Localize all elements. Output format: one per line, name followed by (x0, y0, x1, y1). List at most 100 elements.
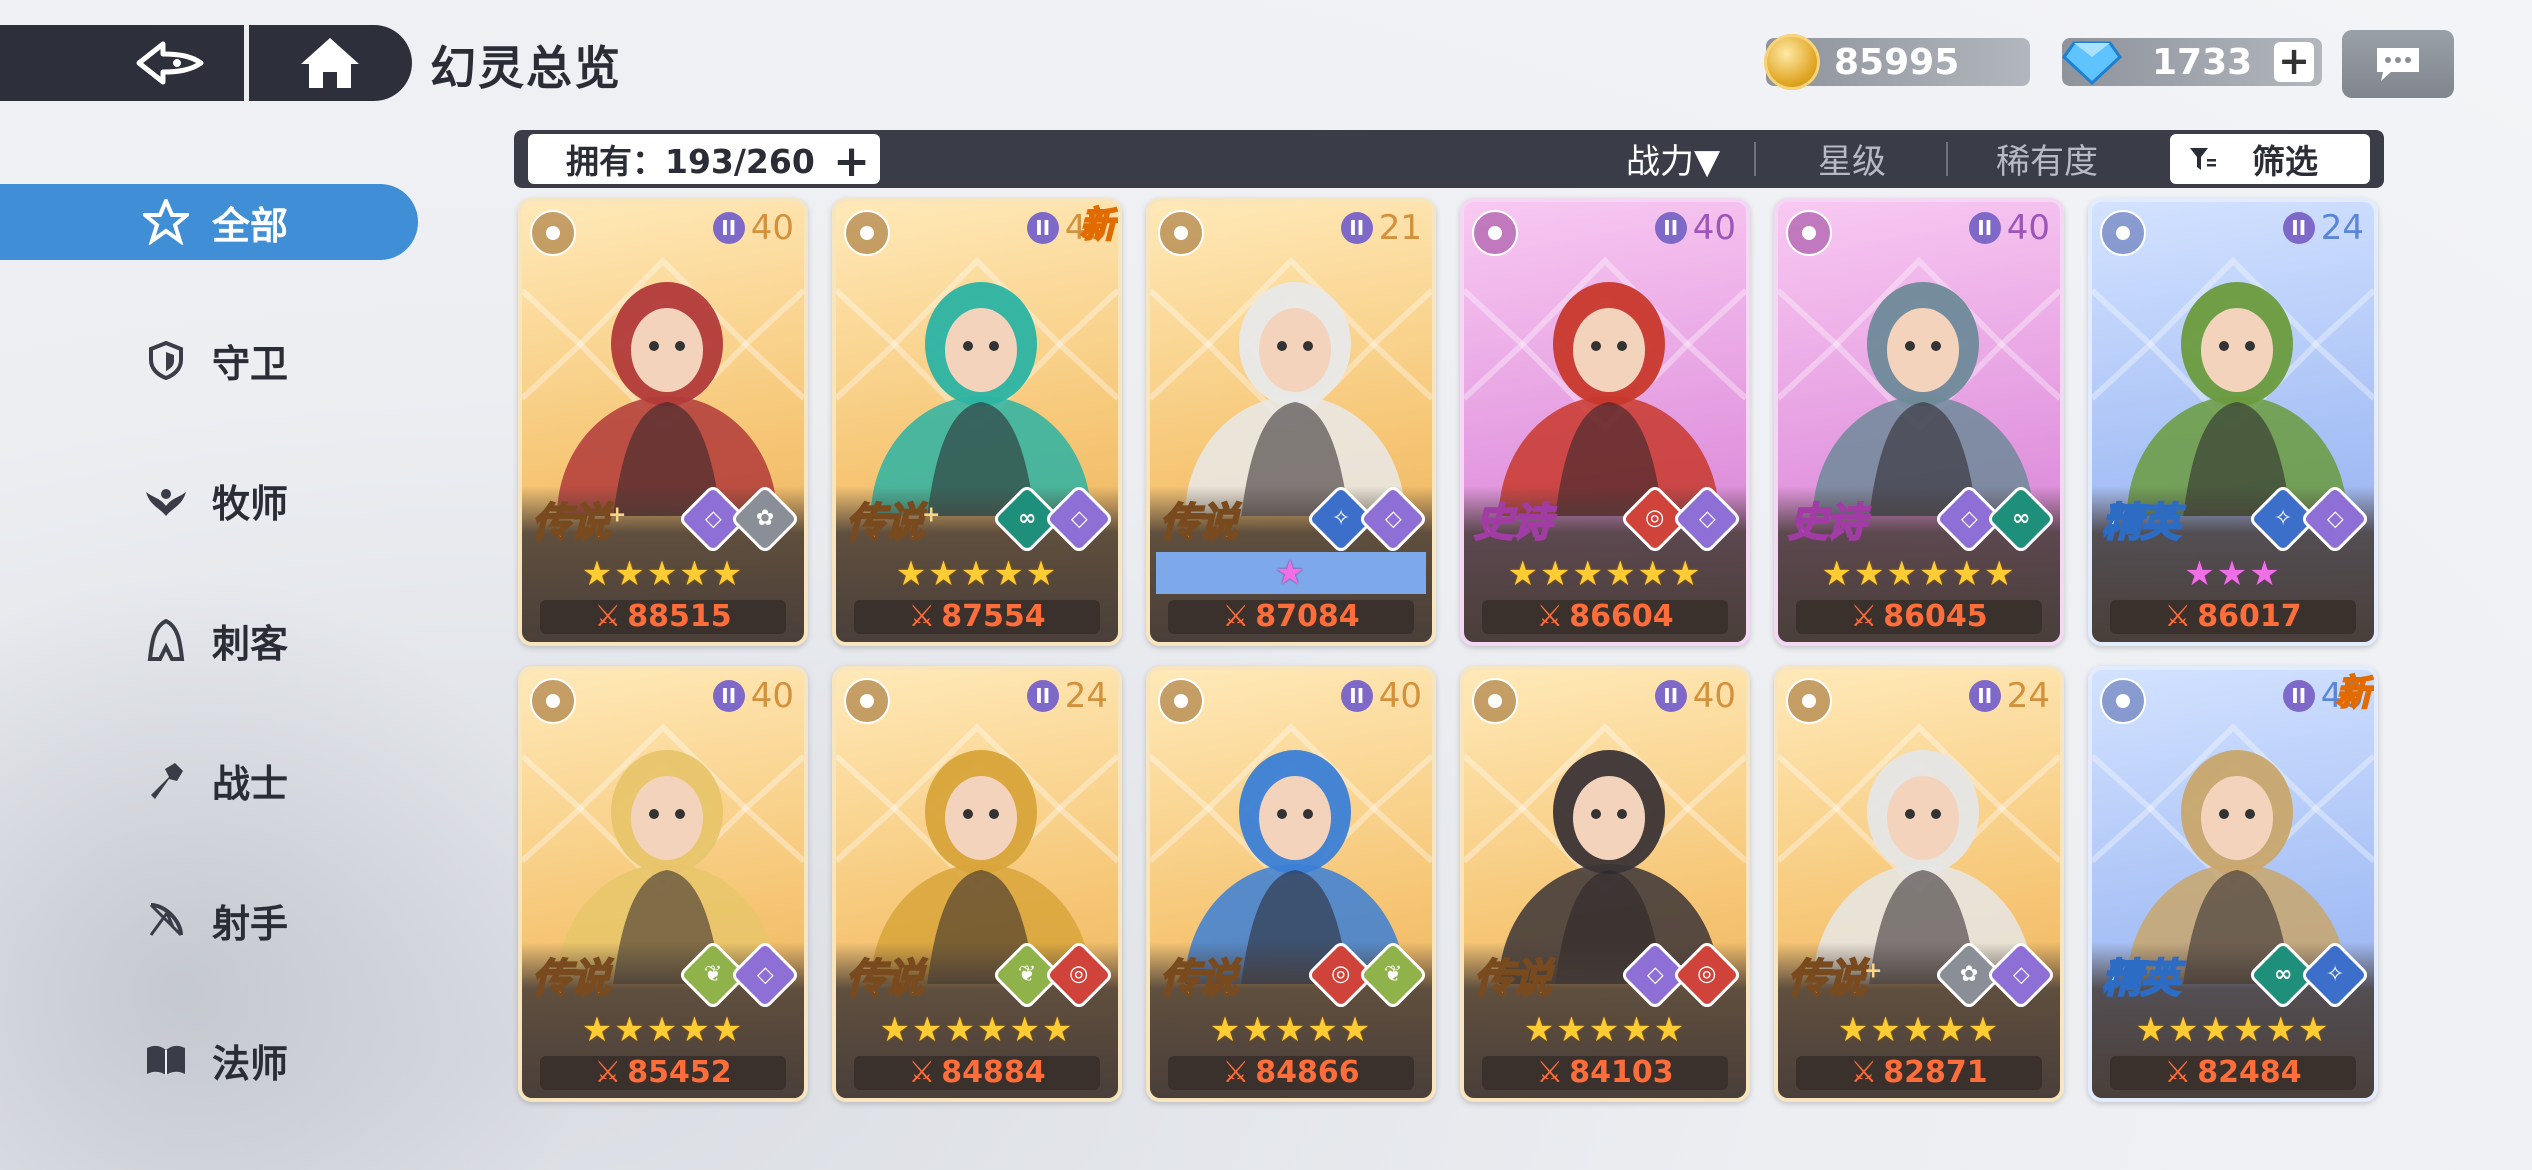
filter-label: 筛选 (2252, 142, 2318, 181)
rank-badge-icon: II (1340, 212, 1373, 244)
hero-card[interactable]: II 40 传说+ ◇ ✿ ★★★★★ ⚔ 88515 (518, 198, 808, 646)
crossed-swords-icon: ⚔ (1850, 1055, 1878, 1090)
rarity-plus: + (1864, 958, 1882, 984)
rank-badge-icon: II (1654, 680, 1687, 712)
hero-level: II 40 (712, 676, 794, 716)
rarity-label: 传说 (845, 946, 925, 1004)
new-tag: 新 (1079, 204, 1117, 247)
rank-badge-icon: II (2282, 680, 2315, 712)
rarity-text: 传说 (845, 955, 925, 1003)
hero-card[interactable]: II 40 传说 ❦ ◇ ★★★★★ ⚔ 85452 (518, 666, 808, 1102)
hero-level: II 40 (712, 208, 794, 248)
hero-level: II 24 (1026, 676, 1108, 716)
rarity-label: 史诗 (1787, 490, 1867, 548)
owned-count-label: 拥有：193/260 (566, 142, 815, 181)
power-value: 84103 (1569, 1055, 1674, 1090)
hero-card[interactable]: II 40 传说 ◎ ❦ ★★★★★ ⚔ 84866 (1146, 666, 1436, 1102)
expand-capacity-button[interactable]: + (833, 136, 870, 187)
hero-card[interactable]: II 40 传说 ◇ ◎ ★★★★★ ⚔ 84103 (1460, 666, 1750, 1102)
sidebar-item-priest[interactable]: 牧师 (0, 462, 418, 538)
chat-button[interactable] (2342, 30, 2454, 98)
coin-counter: 85995 (1764, 34, 2030, 90)
level-value: 21 (1378, 208, 1422, 248)
star-rating: ★★★★★ (895, 554, 1059, 594)
hero-portrait (1813, 282, 2033, 516)
hero-card[interactable]: II 40 史诗 ◎ ◇ ★★★★★★ ⚔ 86604 (1460, 198, 1750, 646)
gem-counter: 1733 + (2062, 38, 2322, 86)
rank-badge-icon: II (1026, 680, 1059, 712)
crossed-swords-icon: ⚔ (2164, 1055, 2192, 1090)
rarity-text: 传说 (531, 499, 611, 547)
hero-card[interactable]: II 40 新精英 ∞ ✧ ★★★★★★ ⚔ 82484 (2088, 666, 2378, 1102)
rank-badge-icon: II (2282, 212, 2315, 244)
level-value: 40 (1692, 208, 1736, 248)
book-icon (1472, 678, 1518, 724)
hero-card[interactable]: II 24 传说 ❦ ◎ ★★★★★★ ⚔ 84884 (832, 666, 1122, 1102)
hero-portrait (2127, 282, 2347, 516)
owned-count-box[interactable]: 拥有：193/260 + (528, 134, 880, 187)
rarity-text: 传说 (1473, 955, 1553, 1003)
gem-icon (2062, 41, 2122, 85)
add-gems-button[interactable]: + (2274, 42, 2314, 82)
rarity-label: 传说 (1159, 490, 1239, 548)
crossed-swords-icon: ⚔ (1850, 599, 1878, 634)
hero-portrait (1185, 750, 1405, 984)
rarity-text: 史诗 (1787, 499, 1867, 547)
nav-divider (244, 25, 249, 101)
rarity-text: 精英 (2101, 955, 2181, 1003)
hero-card[interactable]: II 40 新传说+ ∞ ◇ ★★★★★ ⚔ 87554 (832, 198, 1122, 646)
sort-by-power[interactable]: 战力▼ (1626, 134, 1720, 183)
filter-button[interactable]: 筛选 (2170, 134, 2370, 184)
combat-power: ⚔ 84884 (854, 1056, 1100, 1090)
all-star-icon (142, 198, 190, 246)
sidebar-item-mage[interactable]: 法师 (0, 1022, 418, 1098)
star-rating: ★★★★★ (581, 1010, 745, 1050)
combat-power: ⚔ 82871 (1796, 1056, 2042, 1090)
combat-power: ⚔ 84103 (1482, 1056, 1728, 1090)
warrior-icon (142, 756, 190, 804)
page-title: 幻灵总览 (430, 41, 622, 95)
book-icon (142, 1036, 190, 1084)
rarity-label: 传说 (1473, 946, 1553, 1004)
rarity-label: 传说+ (531, 490, 626, 548)
sidebar-item-label: 战士 (212, 761, 289, 806)
level-value: 40 (2006, 208, 2050, 248)
filter-funnel-icon (2190, 148, 2216, 170)
hero-level: II 40 (1654, 676, 1736, 716)
hero-level: II 24 (1968, 676, 2050, 716)
home-button[interactable] (290, 33, 370, 93)
rarity-text: 精英 (2101, 499, 2181, 547)
combat-power: ⚔ 86604 (1482, 600, 1728, 634)
archer-icon (1786, 678, 1832, 724)
sidebar-item-guard[interactable]: 守卫 (0, 322, 418, 398)
sidebar-item-all[interactable]: 全部 (0, 184, 418, 260)
power-value: 88515 (627, 599, 732, 634)
archer-icon (2100, 210, 2146, 256)
warrior-icon (530, 678, 576, 724)
sidebar-item-assassin[interactable]: 刺客 (0, 602, 418, 678)
power-value: 86045 (1883, 599, 1988, 634)
sidebar-item-archer[interactable]: 射手 (0, 882, 418, 958)
star-rating: ★★★★★ (1837, 1010, 2001, 1050)
crossed-swords-icon: ⚔ (594, 1055, 622, 1090)
rank-badge-icon: II (712, 212, 745, 244)
crossed-swords-icon: ⚔ (2164, 599, 2192, 634)
hero-portrait (2127, 750, 2347, 984)
hero-card[interactable]: II 24 传说+ ✿ ◇ ★★★★★ ⚔ 82871 (1774, 666, 2064, 1102)
hero-card[interactable]: II 21 传说 ✧ ◇ ★ ⚔ 87084 (1146, 198, 1436, 646)
sidebar-item-warrior[interactable]: 战士 (0, 742, 418, 818)
warrior-icon (530, 210, 576, 256)
combat-power: ⚔ 86017 (2110, 600, 2356, 634)
hero-card[interactable]: II 24 精英 ✧ ◇ ★★★ ⚔ 86017 (2088, 198, 2378, 646)
sort-by-rarity[interactable]: 稀有度 (1996, 134, 2098, 183)
sort-by-star[interactable]: 星级 (1818, 134, 1886, 183)
star-rating: ★★★ (2184, 554, 2282, 594)
crossed-swords-icon: ⚔ (1222, 599, 1250, 634)
star-rating: ★★★★★★ (2135, 1010, 2331, 1050)
level-value: 40 (1378, 676, 1422, 716)
rank-badge-icon: II (1654, 212, 1687, 244)
combat-power: ⚔ 88515 (540, 600, 786, 634)
hero-card[interactable]: II 40 史诗 ◇ ∞ ★★★★★★ ⚔ 86045 (1774, 198, 2064, 646)
back-button[interactable] (120, 33, 220, 93)
back-arrow-icon (136, 41, 204, 85)
